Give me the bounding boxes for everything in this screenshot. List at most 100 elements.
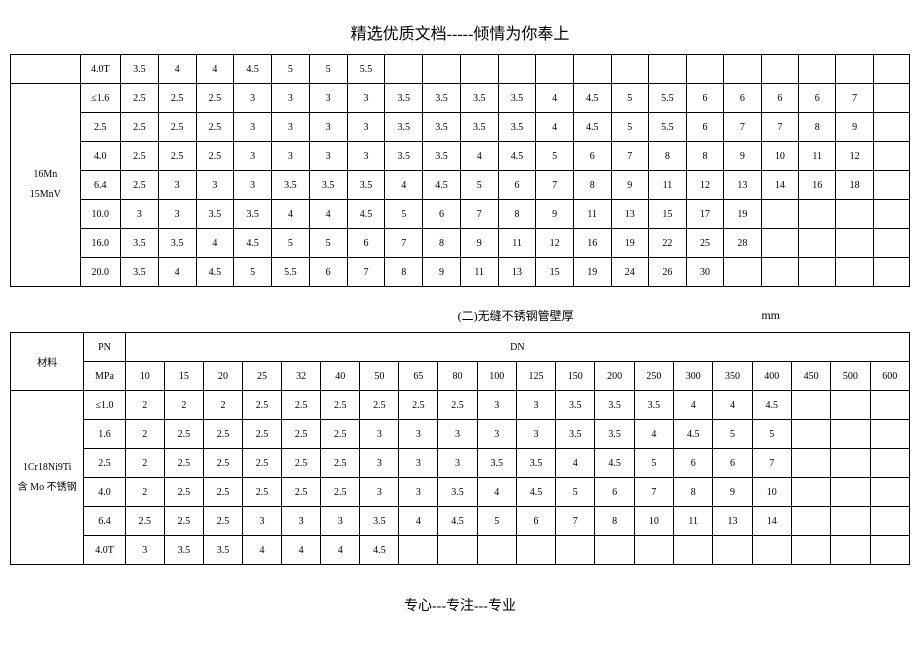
data-cell: 5 [272, 229, 310, 258]
data-cell: 6 [799, 84, 836, 113]
data-cell: 3 [516, 420, 555, 449]
data-cell: 6 [573, 142, 611, 171]
data-cell: 4 [460, 142, 498, 171]
data-cell: 6 [309, 258, 347, 287]
data-cell [724, 55, 761, 84]
data-cell: 4 [477, 478, 516, 507]
data-cell: 2.5 [164, 449, 203, 478]
pn-header: PN [84, 333, 125, 362]
data-cell: 4 [674, 391, 713, 420]
data-cell: 25 [686, 229, 723, 258]
material-cell: 1Cr18Ni9Ti含 Mo 不锈钢 [11, 391, 84, 565]
data-cell: 4.5 [595, 449, 634, 478]
data-cell [713, 536, 752, 565]
data-cell: 6 [761, 84, 798, 113]
data-cell: 6 [423, 200, 461, 229]
dn-col-header: 10 [125, 362, 164, 391]
data-cell: 3 [309, 84, 347, 113]
data-cell: 19 [724, 200, 761, 229]
data-cell: 22 [649, 229, 687, 258]
data-cell [836, 55, 873, 84]
data-cell [831, 478, 870, 507]
dn-col-header: 80 [438, 362, 477, 391]
data-cell: 2.5 [438, 391, 477, 420]
data-cell [399, 536, 438, 565]
material-cell: 16Mn15MnV [11, 84, 81, 287]
data-cell: 8 [799, 113, 836, 142]
data-cell [477, 536, 516, 565]
data-cell: 19 [611, 229, 648, 258]
data-cell: 3 [516, 391, 555, 420]
data-cell [791, 420, 830, 449]
pn-cell: 16.0 [80, 229, 120, 258]
data-cell: 4 [536, 113, 573, 142]
data-cell: 11 [649, 171, 687, 200]
data-cell [791, 449, 830, 478]
pn-cell: ≤1.0 [84, 391, 125, 420]
data-cell: 7 [752, 449, 791, 478]
data-cell: 4 [385, 171, 423, 200]
data-cell: 2 [164, 391, 203, 420]
data-cell: 2 [125, 478, 164, 507]
data-cell: 10 [761, 142, 798, 171]
data-cell: 3 [477, 420, 516, 449]
dn-col-header: 400 [752, 362, 791, 391]
data-cell: 7 [460, 200, 498, 229]
data-cell: 16 [573, 229, 611, 258]
data-cell: 8 [649, 142, 687, 171]
data-cell: 7 [385, 229, 423, 258]
data-cell: 6 [713, 449, 752, 478]
data-cell [799, 200, 836, 229]
data-cell: 8 [498, 200, 536, 229]
data-cell: 2.5 [399, 391, 438, 420]
data-cell [799, 229, 836, 258]
data-cell: 3.5 [164, 536, 203, 565]
data-cell [724, 258, 761, 287]
data-cell: 3 [120, 200, 158, 229]
data-cell: 9 [836, 113, 873, 142]
data-cell: 3 [282, 507, 321, 536]
data-cell: 11 [573, 200, 611, 229]
data-cell: 2.5 [321, 420, 360, 449]
data-cell: 2.5 [282, 391, 321, 420]
data-cell [873, 55, 909, 84]
data-cell: 2.5 [243, 391, 282, 420]
data-cell: 7 [536, 171, 573, 200]
data-cell: 4.5 [196, 258, 234, 287]
data-cell [385, 55, 423, 84]
data-cell: 3.5 [556, 420, 595, 449]
data-cell: 7 [556, 507, 595, 536]
data-cell: 3.5 [385, 84, 423, 113]
data-cell [649, 55, 687, 84]
data-cell: 3 [234, 84, 272, 113]
data-cell [870, 478, 909, 507]
dn-col-header: 15 [164, 362, 203, 391]
data-cell: 3 [196, 171, 234, 200]
data-cell [460, 55, 498, 84]
data-cell: 6 [516, 507, 555, 536]
data-cell: 3.5 [423, 142, 461, 171]
data-cell: 5 [611, 84, 648, 113]
unit-label: mm [761, 308, 780, 323]
data-cell: 5 [460, 171, 498, 200]
data-cell: 5 [234, 258, 272, 287]
data-cell: 2 [125, 391, 164, 420]
data-cell: 4 [243, 536, 282, 565]
data-cell: 10 [752, 478, 791, 507]
pn-cell: 4.0 [80, 142, 120, 171]
data-cell: 4.5 [234, 229, 272, 258]
data-cell [791, 391, 830, 420]
data-cell: 5 [634, 449, 673, 478]
dn-col-header: 600 [870, 362, 909, 391]
data-cell: 3 [360, 478, 399, 507]
data-cell: 19 [573, 258, 611, 287]
data-cell: 6 [674, 449, 713, 478]
data-cell: 16 [799, 171, 836, 200]
data-cell: 4.5 [360, 536, 399, 565]
data-cell: 3 [272, 84, 310, 113]
data-cell: 4 [272, 200, 310, 229]
data-cell: 5 [713, 420, 752, 449]
data-cell: 3 [158, 171, 196, 200]
data-cell: 13 [724, 171, 761, 200]
data-cell: 4.5 [234, 55, 272, 84]
